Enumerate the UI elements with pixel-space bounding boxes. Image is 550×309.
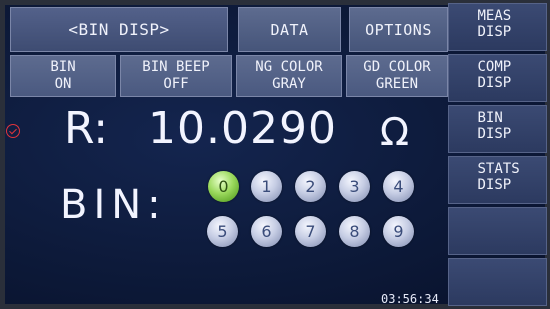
settings-row: BIN ON BIN BEEP OFF NG COLOR GRAY GD COL… — [10, 55, 448, 97]
empty-softkey-5[interactable] — [448, 207, 547, 255]
trigger-indicator-icon — [6, 124, 20, 138]
measurement-parameter-label: R: — [64, 103, 109, 154]
meter-screen: <BIN DISP> DATA OPTIONS BIN ON BIN BEEP … — [0, 0, 550, 309]
comp-disp-line2: DISP — [477, 75, 512, 91]
bin-lamp-4: 4 — [383, 171, 414, 202]
comp-disp-button[interactable]: COMP DISP — [448, 54, 547, 102]
gd-color-setting-value: GREEN — [375, 76, 419, 92]
ng-color-setting-value: GRAY — [272, 76, 306, 92]
stats-disp-line2: DISP — [477, 177, 512, 193]
data-button[interactable]: DATA — [238, 7, 341, 52]
bin-lamp-6: 6 — [251, 216, 282, 247]
bin-lamp-9: 9 — [383, 216, 414, 247]
gd-color-setting-label: GD COLOR — [363, 59, 431, 75]
measurement-unit: Ω — [380, 110, 410, 154]
bin-lamp-8: 8 — [339, 216, 370, 247]
stats-disp-line1: STATS — [477, 161, 520, 177]
bin-beep-setting-button[interactable]: BIN BEEP OFF — [120, 55, 232, 97]
bin-beep-setting-label: BIN BEEP — [142, 59, 210, 75]
system-clock: 03:56:34 — [381, 292, 439, 306]
bin-disp-line1: BIN — [477, 110, 503, 126]
bin-disp-line2: DISP — [477, 126, 512, 142]
gd-color-setting-button[interactable]: GD COLOR GREEN — [346, 55, 448, 97]
ng-color-setting-label: NG COLOR — [255, 59, 323, 75]
bin-disp-button[interactable]: BIN DISP — [448, 105, 547, 153]
top-softkey-row: <BIN DISP> DATA OPTIONS — [10, 7, 448, 52]
bin-lamp-3: 3 — [339, 171, 370, 202]
bin-setting-button[interactable]: BIN ON — [10, 55, 116, 97]
options-button[interactable]: OPTIONS — [349, 7, 448, 52]
bin-setting-label: BIN — [50, 59, 76, 75]
meas-disp-line2: DISP — [477, 24, 512, 40]
empty-softkey-6[interactable] — [448, 258, 547, 306]
page-title: <BIN DISP> — [10, 7, 228, 52]
bin-lamp-5: 5 — [207, 216, 238, 247]
bin-setting-value: ON — [54, 76, 72, 92]
bin-label: BIN: — [60, 182, 167, 228]
bin-lamp-0: 0 — [208, 171, 239, 202]
meas-disp-line1: MEAS — [477, 8, 512, 24]
bin-lamp-2: 2 — [295, 171, 326, 202]
stats-disp-button[interactable]: STATS DISP — [448, 156, 547, 204]
bin-beep-setting-value: OFF — [163, 76, 189, 92]
measurement-value: 10.0290 — [148, 103, 337, 154]
side-softkey-menu: MEAS DISP COMP DISP BIN DISP STATS DISP — [448, 3, 547, 306]
bin-lamp-7: 7 — [295, 216, 326, 247]
comp-disp-line1: COMP — [477, 59, 512, 75]
ng-color-setting-button[interactable]: NG COLOR GRAY — [236, 55, 342, 97]
bin-lamp-1: 1 — [251, 171, 282, 202]
meas-disp-button[interactable]: MEAS DISP — [448, 3, 547, 51]
